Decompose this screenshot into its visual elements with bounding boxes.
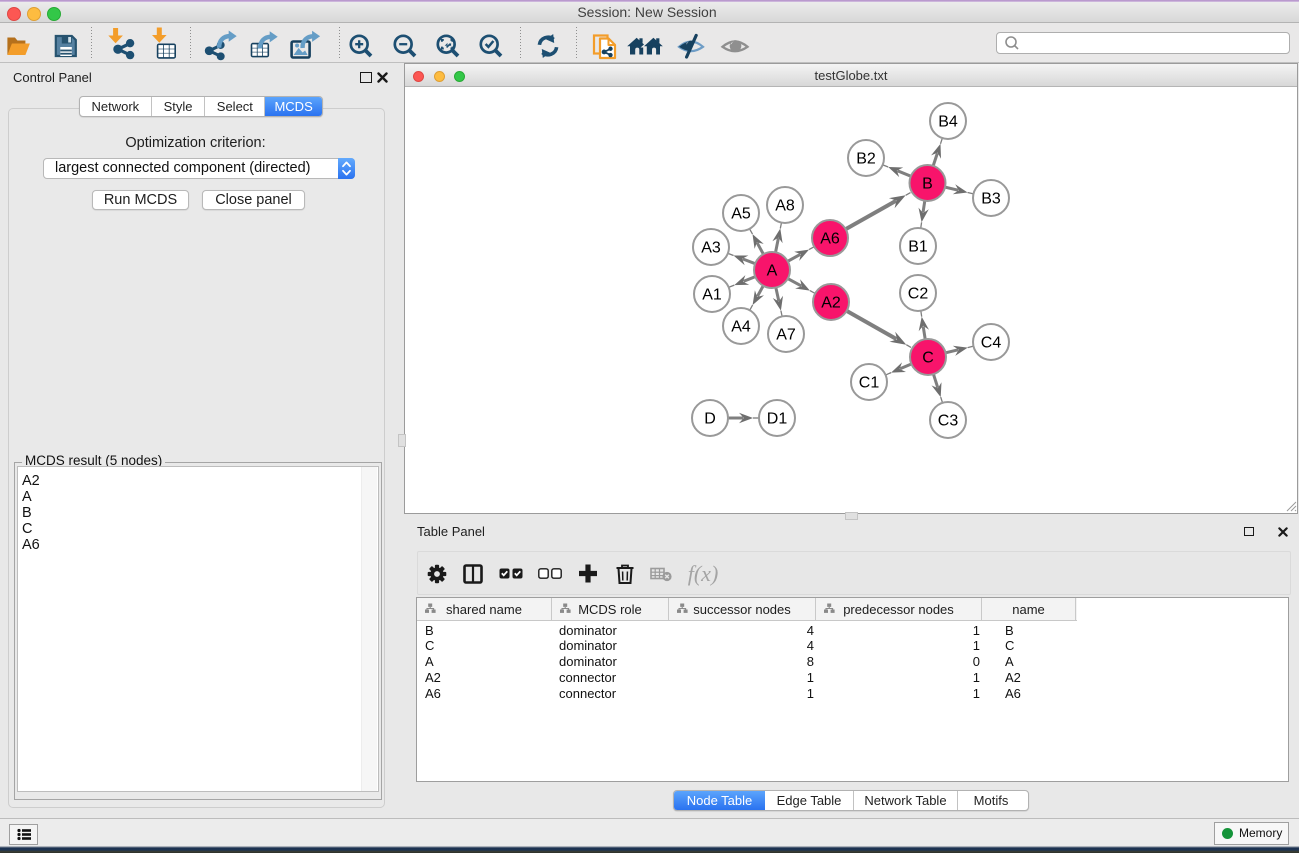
svg-text:B4: B4	[938, 114, 958, 131]
svg-text:C1: C1	[859, 375, 880, 392]
svg-text:B2: B2	[856, 151, 876, 168]
svg-text:A4: A4	[731, 319, 751, 336]
svg-text:B1: B1	[908, 239, 928, 256]
svg-text:A1: A1	[702, 287, 722, 304]
svg-text:A: A	[767, 263, 778, 280]
svg-text:A2: A2	[821, 295, 841, 312]
svg-text:C3: C3	[938, 413, 959, 430]
svg-text:A5: A5	[731, 206, 751, 223]
svg-text:C2: C2	[908, 286, 929, 303]
svg-text:C: C	[922, 350, 934, 367]
svg-text:A8: A8	[775, 198, 795, 215]
svg-text:A6: A6	[820, 231, 840, 248]
svg-text:B3: B3	[981, 191, 1001, 208]
svg-text:f(x): f(x)	[688, 561, 719, 586]
svg-text:A3: A3	[701, 240, 721, 257]
svg-text:A7: A7	[776, 327, 796, 344]
svg-text:B: B	[922, 176, 933, 193]
svg-text:D1: D1	[767, 411, 788, 428]
svg-text:C4: C4	[981, 335, 1002, 352]
svg-text:D: D	[704, 411, 716, 428]
